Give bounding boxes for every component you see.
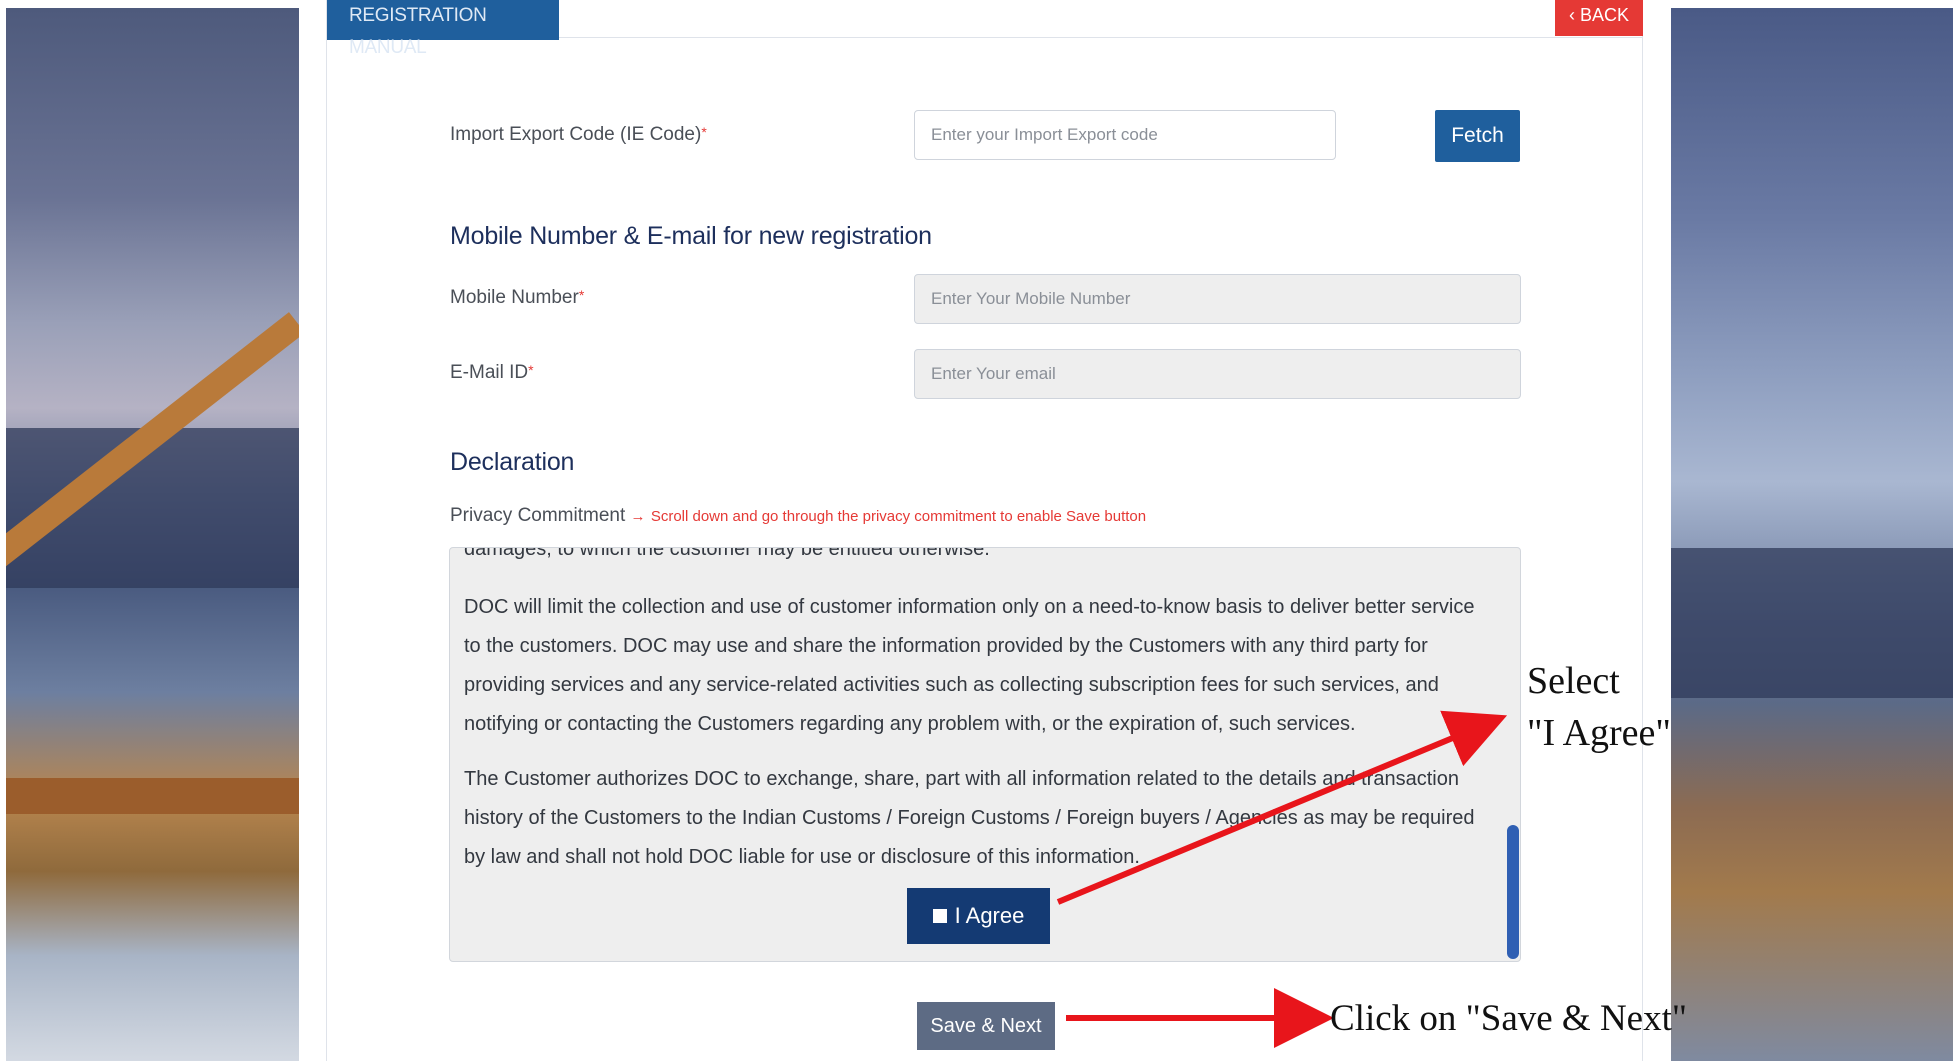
annotation-select-agree: Select "I Agree" — [1527, 655, 1671, 759]
arrow-to-i-agree — [1056, 710, 1508, 905]
annotation-click-save: Click on "Save & Next" — [1330, 998, 1687, 1039]
annotation-arrows — [1056, 710, 1508, 1048]
annotation-select-line1: Select — [1527, 660, 1620, 702]
annotation-select-line2: "I Agree" — [1527, 712, 1671, 754]
